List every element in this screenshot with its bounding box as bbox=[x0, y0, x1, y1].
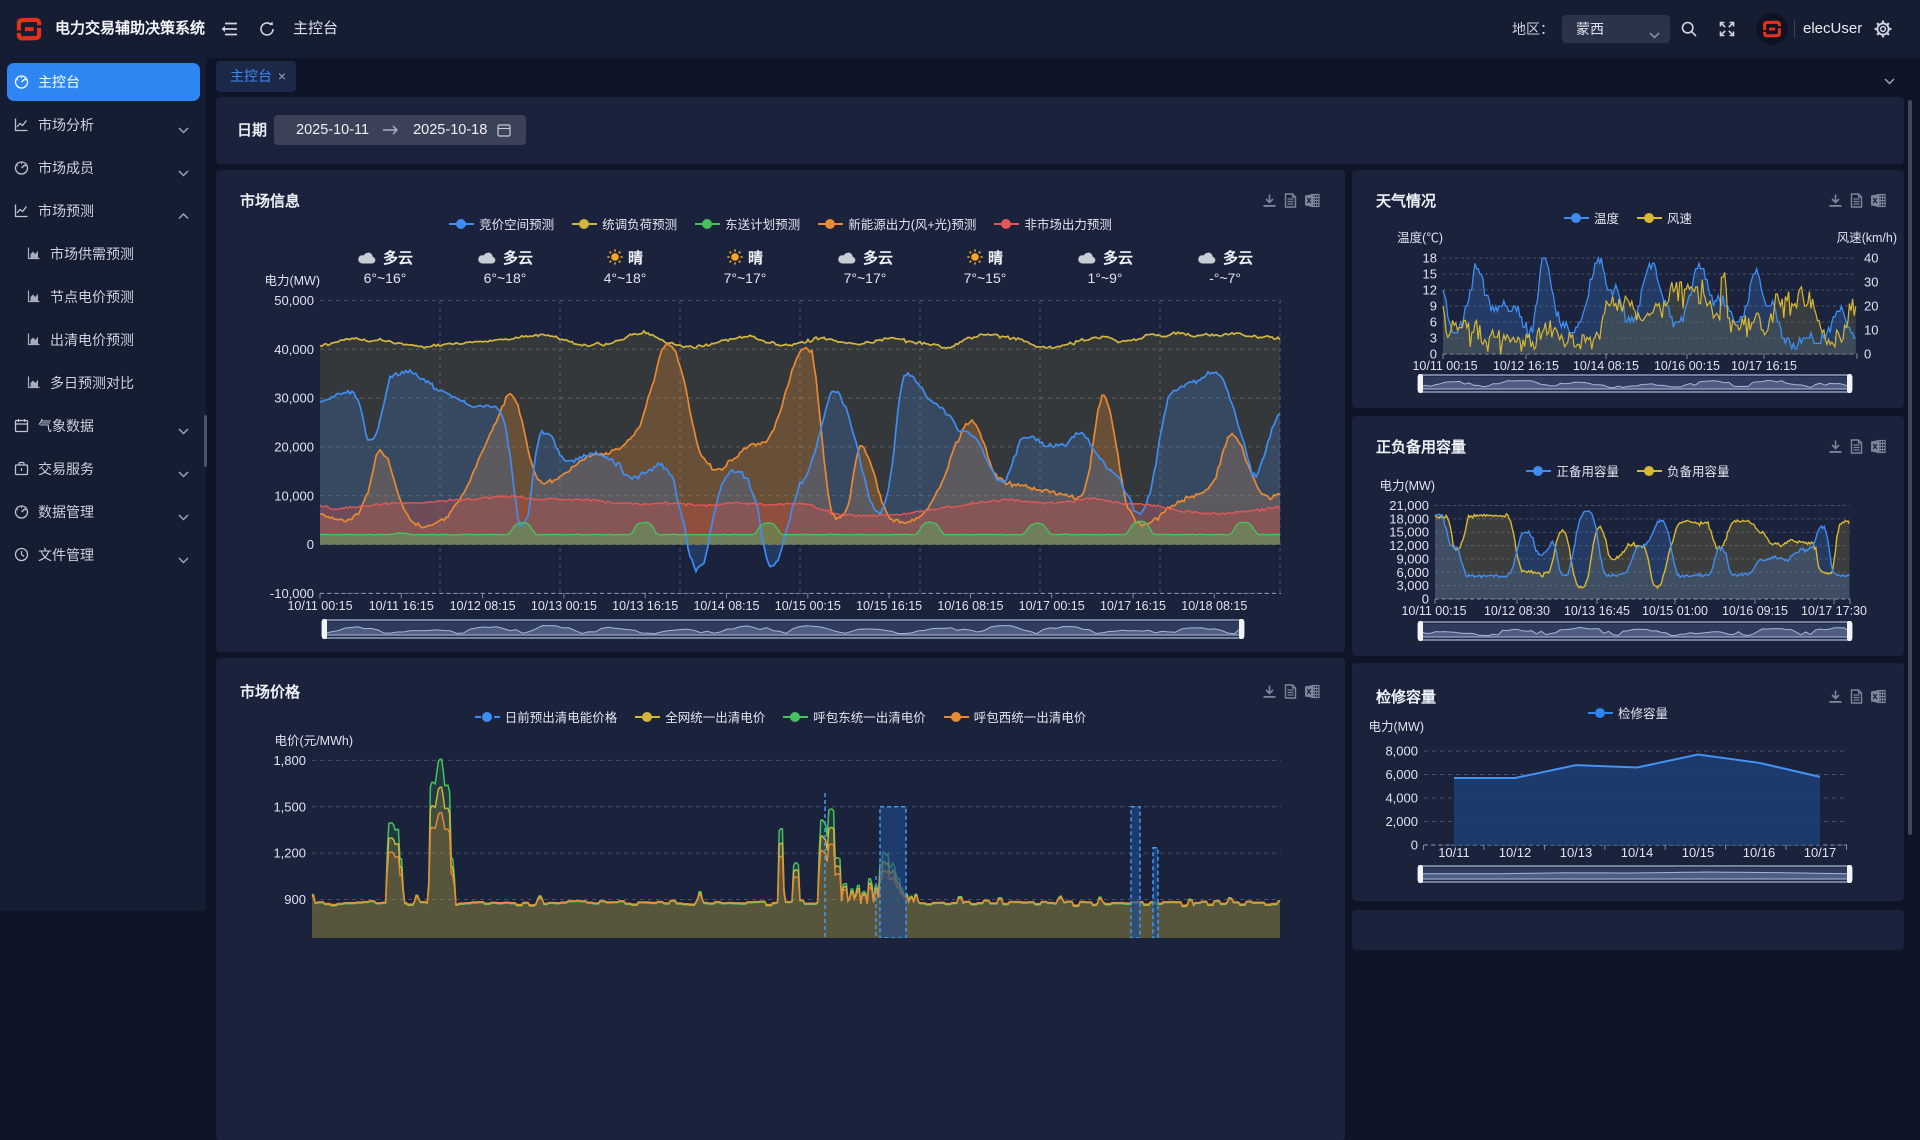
svg-text:30: 30 bbox=[1864, 275, 1878, 290]
svg-text:1,800: 1,800 bbox=[273, 753, 306, 768]
svg-text:18,000: 18,000 bbox=[1389, 511, 1429, 526]
svg-text:3,000: 3,000 bbox=[1396, 578, 1429, 593]
svg-text:10/12 08:15: 10/12 08:15 bbox=[450, 599, 516, 613]
svg-text:6,000: 6,000 bbox=[1385, 767, 1418, 782]
svg-text:10/11: 10/11 bbox=[1438, 845, 1470, 860]
svg-text:10/17: 10/17 bbox=[1804, 845, 1837, 860]
svg-text:10/11 16:15: 10/11 16:15 bbox=[369, 599, 434, 613]
svg-text:6,000: 6,000 bbox=[1396, 565, 1429, 580]
svg-text:10/17 00:15: 10/17 00:15 bbox=[1019, 599, 1085, 613]
svg-text:10/11 00:15: 10/11 00:15 bbox=[1412, 359, 1477, 373]
svg-text:8,000: 8,000 bbox=[1385, 744, 1418, 759]
svg-text:40: 40 bbox=[1864, 251, 1878, 266]
svg-text:10/13 00:15: 10/13 00:15 bbox=[531, 599, 597, 613]
svg-text:10/12: 10/12 bbox=[1499, 845, 1532, 860]
svg-text:电力(MW): 电力(MW) bbox=[264, 274, 320, 288]
svg-text:10/16: 10/16 bbox=[1743, 845, 1776, 860]
svg-text:9: 9 bbox=[1430, 299, 1437, 314]
svg-text:20: 20 bbox=[1864, 299, 1878, 314]
svg-text:0: 0 bbox=[307, 537, 314, 552]
svg-text:10/11 00:15: 10/11 00:15 bbox=[1401, 604, 1466, 618]
svg-text:10/17 16:15: 10/17 16:15 bbox=[1100, 599, 1166, 613]
svg-text:20,000: 20,000 bbox=[274, 439, 314, 454]
svg-text:温度(℃): 温度(℃) bbox=[1397, 230, 1443, 245]
svg-text:风速(km/h): 风速(km/h) bbox=[1837, 231, 1897, 245]
svg-text:40,000: 40,000 bbox=[274, 342, 314, 357]
svg-text:10/14: 10/14 bbox=[1621, 845, 1654, 860]
svg-text:6: 6 bbox=[1430, 315, 1437, 330]
svg-text:电力(MW): 电力(MW) bbox=[1379, 479, 1435, 493]
svg-text:10/17 16:15: 10/17 16:15 bbox=[1731, 359, 1797, 373]
svg-text:10/14 08:15: 10/14 08:15 bbox=[693, 599, 759, 613]
svg-text:12,000: 12,000 bbox=[1389, 538, 1429, 553]
svg-text:50,000: 50,000 bbox=[274, 293, 314, 308]
svg-text:900: 900 bbox=[284, 892, 306, 907]
svg-text:电价(元/MWh): 电价(元/MWh) bbox=[275, 734, 353, 748]
svg-text:10/15 01:00: 10/15 01:00 bbox=[1642, 604, 1708, 618]
svg-text:10/16 00:15: 10/16 00:15 bbox=[1654, 359, 1720, 373]
svg-text:10/13 16:15: 10/13 16:15 bbox=[612, 599, 678, 613]
svg-text:1,200: 1,200 bbox=[273, 846, 306, 861]
svg-text:18: 18 bbox=[1423, 251, 1437, 266]
svg-text:0: 0 bbox=[1411, 838, 1418, 853]
svg-text:10/16 09:15: 10/16 09:15 bbox=[1722, 604, 1788, 618]
svg-text:3: 3 bbox=[1430, 331, 1437, 346]
svg-text:10,000: 10,000 bbox=[274, 488, 314, 503]
svg-text:10/13: 10/13 bbox=[1560, 845, 1593, 860]
svg-text:10/16 08:15: 10/16 08:15 bbox=[937, 599, 1003, 613]
svg-text:10/15 16:15: 10/15 16:15 bbox=[856, 599, 922, 613]
svg-text:电力(MW): 电力(MW) bbox=[1368, 720, 1424, 734]
svg-text:10/18 08:15: 10/18 08:15 bbox=[1181, 599, 1247, 613]
svg-text:9,000: 9,000 bbox=[1396, 551, 1429, 566]
svg-text:2,000: 2,000 bbox=[1385, 814, 1418, 829]
svg-text:15,000: 15,000 bbox=[1389, 525, 1429, 540]
svg-text:30,000: 30,000 bbox=[274, 391, 314, 406]
svg-text:10/12 16:15: 10/12 16:15 bbox=[1493, 359, 1559, 373]
svg-text:10/13 16:45: 10/13 16:45 bbox=[1564, 604, 1630, 618]
svg-text:10: 10 bbox=[1864, 323, 1878, 338]
svg-text:12: 12 bbox=[1423, 283, 1437, 298]
svg-text:10/14 08:15: 10/14 08:15 bbox=[1573, 359, 1639, 373]
svg-text:4,000: 4,000 bbox=[1385, 791, 1418, 806]
svg-text:21,000: 21,000 bbox=[1389, 498, 1429, 513]
svg-text:10/12 08:30: 10/12 08:30 bbox=[1484, 604, 1550, 618]
svg-text:0: 0 bbox=[1864, 347, 1871, 362]
svg-text:10/17 17:30: 10/17 17:30 bbox=[1801, 604, 1867, 618]
svg-text:10/15 00:15: 10/15 00:15 bbox=[775, 599, 841, 613]
svg-text:10/15: 10/15 bbox=[1682, 845, 1715, 860]
svg-text:1,500: 1,500 bbox=[273, 799, 306, 814]
svg-text:10/11 00:15: 10/11 00:15 bbox=[287, 599, 352, 613]
svg-text:15: 15 bbox=[1423, 267, 1437, 282]
